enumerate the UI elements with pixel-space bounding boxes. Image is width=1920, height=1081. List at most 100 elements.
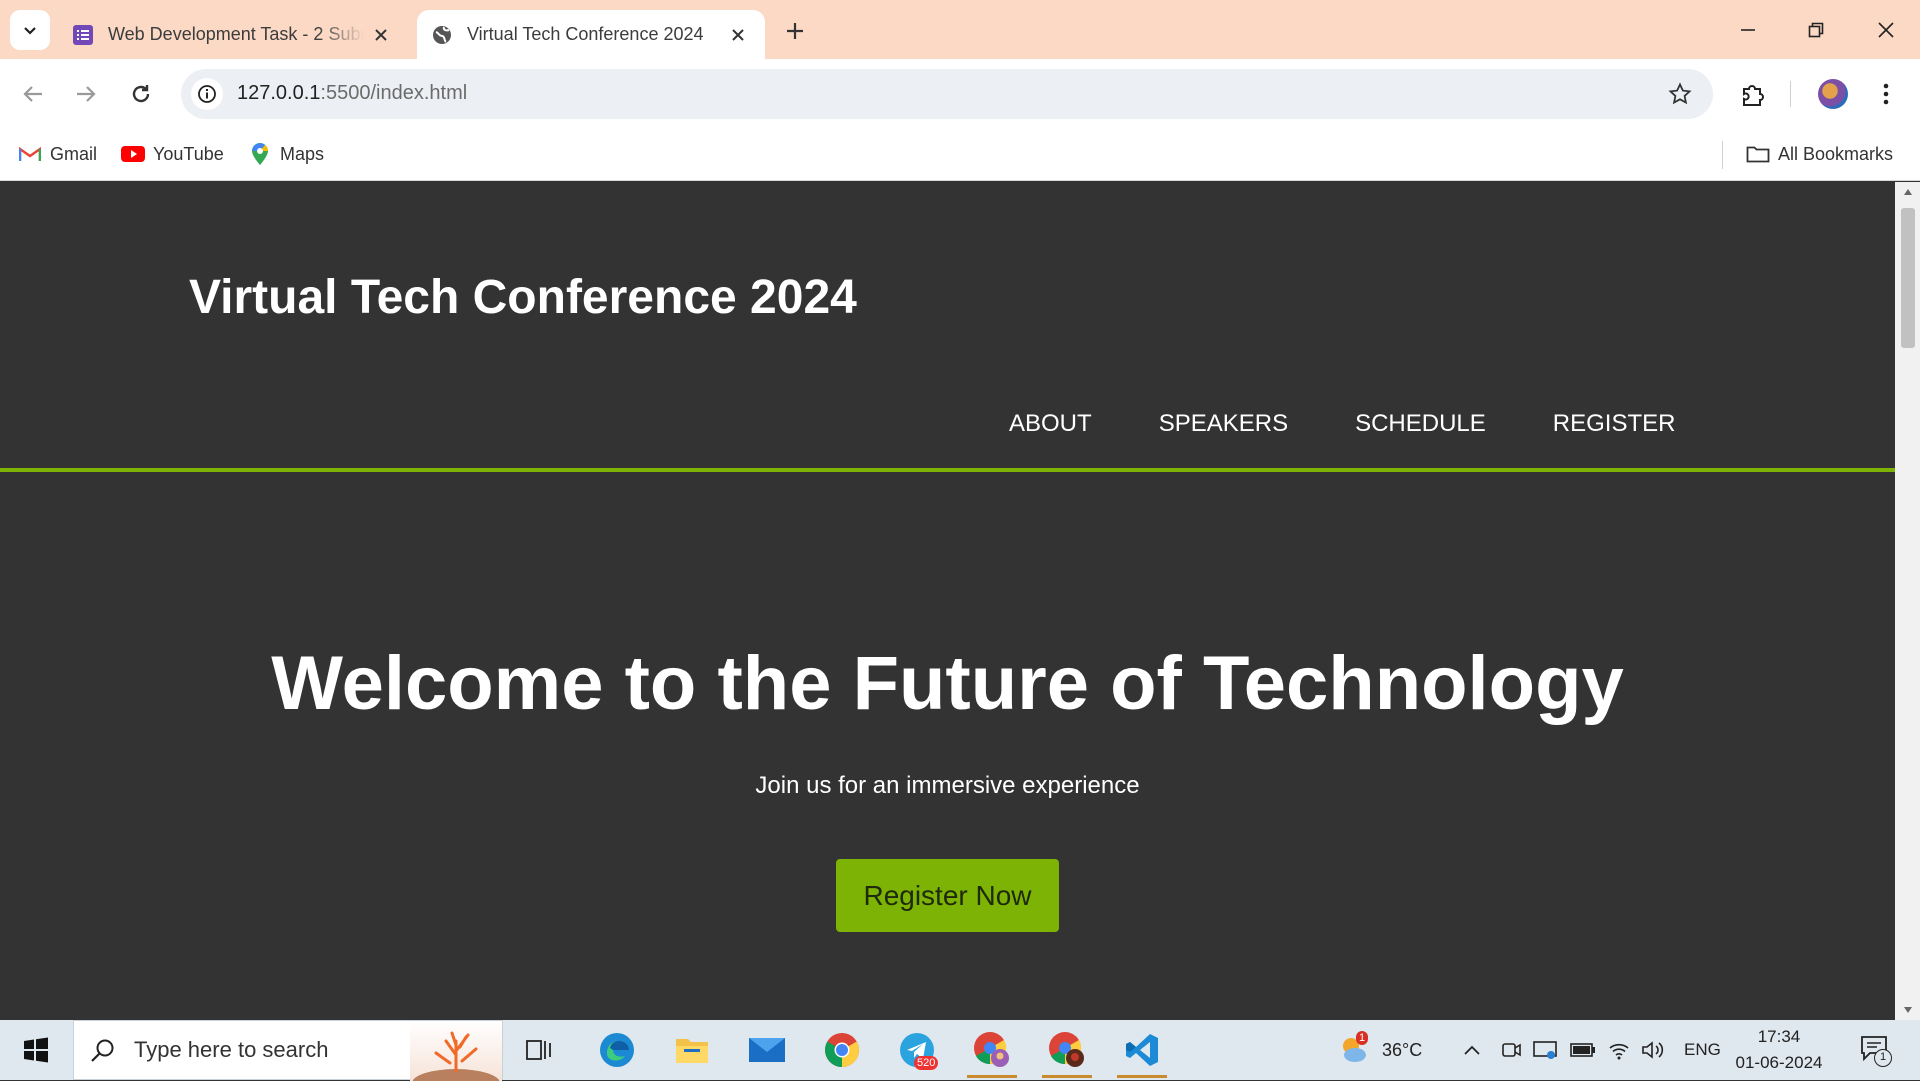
bookmarks-bar: Gmail YouTube Maps All Bookmarks [0,129,1920,181]
close-tab-icon[interactable] [364,18,398,52]
restore-icon [1808,22,1824,37]
scroll-down-button[interactable] [1895,1000,1920,1020]
start-button[interactable] [0,1020,72,1080]
puzzle-icon [1743,85,1764,106]
restore-button[interactable] [1782,0,1850,59]
wifi-icon [1609,1043,1629,1060]
more-vertical-icon [1883,83,1889,105]
nav-schedule[interactable]: SCHEDULE [1355,410,1486,438]
bookmark-maps[interactable]: Maps [248,139,324,169]
page-viewport: Virtual Tech Conference 2024 ABOUT SPEAK… [0,182,1895,1020]
youtube-icon [121,144,145,164]
all-bookmarks-label: All Bookmarks [1778,143,1894,164]
task-view-icon [526,1040,551,1060]
close-icon [1878,21,1894,38]
clock-time: 17:34 [1757,1027,1801,1046]
site-info-button[interactable] [191,78,223,110]
windows-logo-icon [24,1037,48,1063]
weather-alert-badge: 1 [1356,1031,1369,1045]
url-text[interactable]: 127.0.0.1:5500/index.html [237,82,467,105]
bookmark-gmail[interactable]: Gmail [18,139,97,169]
minimize-button[interactable] [1714,0,1782,59]
bookmark-star-button[interactable] [1665,79,1695,109]
edge-icon [600,1033,634,1067]
notification-icon: 1 [1860,1035,1892,1067]
wifi-indicator[interactable] [1608,1020,1630,1080]
tab-strip: Web Development Task - 2 Submission Virt… [0,0,1920,59]
show-hidden-icons-button[interactable] [1463,1020,1481,1080]
action-center-button[interactable]: 1 [1860,1020,1892,1080]
telegram-badge: 520 [914,1056,939,1070]
nav-speakers[interactable]: SPEAKERS [1159,410,1288,438]
bookmark-youtube[interactable]: YouTube [121,139,224,169]
info-icon [198,85,216,103]
triangle-down-icon [1903,1007,1912,1013]
new-tab-button[interactable] [776,12,814,50]
task-view-button[interactable] [508,1022,570,1078]
close-tab-icon[interactable] [721,18,755,52]
browser-toolbar: 127.0.0.1:5500/index.html [0,59,1920,129]
tab-web-development-task[interactable]: Web Development Task - 2 Submission [58,10,408,59]
toolbar-divider [1790,81,1791,107]
chevron-up-icon [1464,1045,1480,1055]
battery-indicator[interactable] [1570,1020,1596,1080]
search-placeholder: Type here to search [134,1037,329,1062]
taskbar-edge[interactable] [586,1022,648,1078]
display-settings-button[interactable] [1533,1020,1557,1080]
site-title: Virtual Tech Conference 2024 [189,271,857,324]
notification-count: 1 [1874,1049,1892,1067]
forward-button[interactable] [66,74,106,114]
address-bar[interactable]: 127.0.0.1:5500/index.html [181,69,1713,119]
taskbar-telegram[interactable]: 520 [886,1022,948,1078]
meet-now-button[interactable] [1500,1020,1522,1080]
star-icon [1668,82,1692,105]
vscode-icon [1126,1034,1158,1066]
extensions-button[interactable] [1733,74,1773,114]
taskbar-search-box[interactable]: Type here to search [73,1020,503,1081]
volume-indicator[interactable] [1641,1020,1665,1080]
search-icon [88,1035,118,1065]
url-path: :5500/index.html [320,82,468,104]
taskbar-chrome[interactable] [811,1022,873,1078]
tab-search-button[interactable] [10,10,50,50]
battery-icon [1570,1043,1595,1057]
taskbar-vscode[interactable] [1111,1022,1173,1078]
page-scrollbar[interactable] [1895,182,1920,1020]
gmail-icon [18,144,42,164]
bookmark-label: YouTube [153,143,224,164]
reload-icon [132,85,150,103]
tab-virtual-tech-conference[interactable]: Virtual Tech Conference 2024 [417,10,765,59]
weather-widget[interactable]: 1 36°C [1336,1020,1422,1080]
triangle-up-icon [1903,189,1912,195]
profile-button[interactable] [1813,74,1853,114]
taskbar-file-explorer[interactable] [661,1022,723,1078]
globe-icon [433,25,451,44]
speaker-icon [1642,1041,1664,1059]
scroll-up-button[interactable] [1895,182,1920,202]
input-language[interactable]: ENG [1684,1020,1721,1080]
site-header: Virtual Tech Conference 2024 ABOUT SPEAK… [0,182,1895,472]
hero-title: Welcome to the Future of Technology [271,641,1624,726]
avatar [1818,79,1848,109]
clock[interactable]: 17:34 01-06-2024 [1728,1024,1830,1076]
reload-button[interactable] [121,74,161,114]
register-now-button[interactable]: Register Now [836,859,1059,932]
maps-icon [248,143,272,165]
taskbar-mail[interactable] [736,1022,798,1078]
bookmark-label: Gmail [50,143,98,164]
camera-icon [1502,1043,1521,1057]
chrome-profile-icon [974,1032,1009,1067]
taskbar-chrome-profile-1[interactable] [961,1022,1023,1078]
plus-icon [787,23,803,39]
all-bookmarks-button[interactable]: All Bookmarks [1746,139,1893,169]
nav-register[interactable]: REGISTER [1553,410,1676,438]
url-host: 127.0.0.1 [237,82,321,104]
scroll-thumb[interactable] [1901,208,1915,348]
chrome-profile-icon [1049,1032,1084,1067]
close-window-button[interactable] [1852,0,1920,59]
back-button[interactable] [13,74,53,114]
nav-about[interactable]: ABOUT [1009,410,1092,438]
search-highlight-image [410,1021,502,1081]
taskbar-chrome-profile-2[interactable] [1036,1022,1098,1078]
chrome-menu-button[interactable] [1866,74,1906,114]
